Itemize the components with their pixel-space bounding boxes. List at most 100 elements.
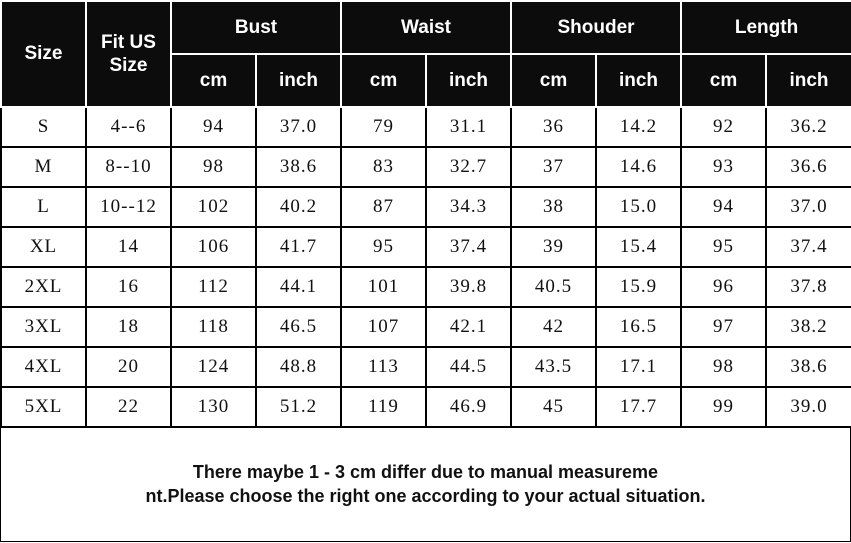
table-cell: L — [0, 186, 87, 228]
table-cell: 22 — [85, 386, 172, 428]
header-bust: Bust — [169, 0, 343, 55]
table-cell: 97 — [680, 306, 768, 348]
table-cell: 16 — [85, 266, 172, 308]
table-cell: 95 — [680, 226, 768, 268]
table-cell: 99 — [680, 386, 768, 428]
note-line-1: There maybe 1 - 3 cm differ due to manua… — [192, 461, 659, 482]
table-cell: 38 — [510, 186, 598, 228]
header-fit-us-size: Fit US Size — [85, 0, 172, 108]
header-unit-cm: cm — [340, 53, 428, 108]
table-cell: 38.6 — [254, 146, 343, 188]
table-cell: 102 — [170, 186, 257, 228]
table-cell: 14.6 — [595, 146, 683, 188]
table-cell: 14 — [85, 226, 172, 268]
table-cell: 2XL — [0, 266, 87, 308]
table-cell: 32.7 — [425, 146, 513, 188]
table-cell: 113 — [340, 346, 428, 388]
header-unit-cm: cm — [680, 53, 768, 108]
header-unit-inch: inch — [254, 53, 343, 108]
header-length: Length — [680, 0, 851, 55]
table-cell: 34.3 — [425, 186, 513, 228]
table-cell: 39.0 — [765, 386, 851, 428]
table-cell: 42.1 — [425, 306, 513, 348]
table-cell: 20 — [85, 346, 172, 388]
table-cell: 93 — [680, 146, 768, 188]
table-cell: 92 — [680, 106, 768, 148]
table-cell: 106 — [170, 226, 257, 268]
header-unit-cm: cm — [170, 53, 257, 108]
table-cell: 37.4 — [425, 226, 513, 268]
table-cell: 83 — [340, 146, 428, 188]
table-cell: 37 — [510, 146, 598, 188]
table-cell: 51.2 — [254, 386, 343, 428]
header-size: Size — [0, 0, 87, 108]
table-cell: 44.1 — [254, 266, 343, 308]
header-unit-cm: cm — [510, 53, 598, 108]
table-cell: 5XL — [0, 386, 87, 428]
size-chart-table: Size Fit US Size Bust Waist Shouder Leng… — [0, 0, 851, 428]
table-cell: 98 — [170, 146, 257, 188]
header-waist: Waist — [340, 0, 513, 55]
table-cell: 112 — [170, 266, 257, 308]
table-cell: 119 — [340, 386, 428, 428]
measurement-note: There maybe 1 - 3 cm differ due to manua… — [0, 426, 851, 542]
table-cell: 31.1 — [425, 106, 513, 148]
table-cell: 79 — [340, 106, 428, 148]
table-cell: 94 — [680, 186, 768, 228]
table-cell: S — [0, 106, 87, 148]
header-unit-inch: inch — [425, 53, 513, 108]
table-cell: 118 — [170, 306, 257, 348]
table-cell: 37.8 — [765, 266, 851, 308]
table-cell: M — [0, 146, 87, 188]
table-cell: 39.8 — [425, 266, 513, 308]
table-cell: 15.4 — [595, 226, 683, 268]
table-cell: 38.2 — [765, 306, 851, 348]
table-cell: 39 — [510, 226, 598, 268]
table-cell: 96 — [680, 266, 768, 308]
table-cell: 4--6 — [85, 106, 172, 148]
header-unit-inch: inch — [765, 53, 851, 108]
table-cell: 36.6 — [765, 146, 851, 188]
table-cell: 4XL — [0, 346, 87, 388]
table-row: 5XL 22 130 51.2 119 46.9 45 17.7 99 39.0 — [0, 386, 851, 428]
table-cell: 16.5 — [595, 306, 683, 348]
table-cell: 107 — [340, 306, 428, 348]
table-row: S 4--6 94 37.0 79 31.1 36 14.2 92 36.2 — [0, 106, 851, 148]
table-cell: 46.9 — [425, 386, 513, 428]
table-row: 3XL 18 118 46.5 107 42.1 42 16.5 97 38.2 — [0, 306, 851, 348]
table-cell: 8--10 — [85, 146, 172, 188]
table-cell: 40.2 — [254, 186, 343, 228]
table-cell: 36 — [510, 106, 598, 148]
table-cell: 42 — [510, 306, 598, 348]
table-cell: 101 — [340, 266, 428, 308]
table-cell: 41.7 — [254, 226, 343, 268]
table-cell: 14.2 — [595, 106, 683, 148]
table-cell: 44.5 — [425, 346, 513, 388]
table-row: M 8--10 98 38.6 83 32.7 37 14.6 93 36.6 — [0, 146, 851, 188]
table-cell: 15.9 — [595, 266, 683, 308]
table-cell: 40.5 — [510, 266, 598, 308]
table-cell: 45 — [510, 386, 598, 428]
table-cell: 124 — [170, 346, 257, 388]
table-cell: 98 — [680, 346, 768, 388]
table-cell: 37.0 — [254, 106, 343, 148]
table-cell: 95 — [340, 226, 428, 268]
header-unit-inch: inch — [595, 53, 683, 108]
table-cell: 36.2 — [765, 106, 851, 148]
table-cell: 37.4 — [765, 226, 851, 268]
table-row: 2XL 16 112 44.1 101 39.8 40.5 15.9 96 37.8 — [0, 266, 851, 308]
table-cell: 130 — [170, 386, 257, 428]
table-cell: 43.5 — [510, 346, 598, 388]
table-cell: 37.0 — [765, 186, 851, 228]
table-cell: 10--12 — [85, 186, 172, 228]
table-cell: 48.8 — [254, 346, 343, 388]
table-cell: 38.6 — [765, 346, 851, 388]
header-shoulder: Shouder — [510, 0, 683, 55]
table-cell: 87 — [340, 186, 428, 228]
table-row: L 10--12 102 40.2 87 34.3 38 15.0 94 37.0 — [0, 186, 851, 228]
table-cell: 15.0 — [595, 186, 683, 228]
table-cell: 46.5 — [254, 306, 343, 348]
table-cell: 94 — [170, 106, 257, 148]
table-cell: XL — [0, 226, 87, 268]
table-row: 4XL 20 124 48.8 113 44.5 43.5 17.1 98 38.6 — [0, 346, 851, 388]
